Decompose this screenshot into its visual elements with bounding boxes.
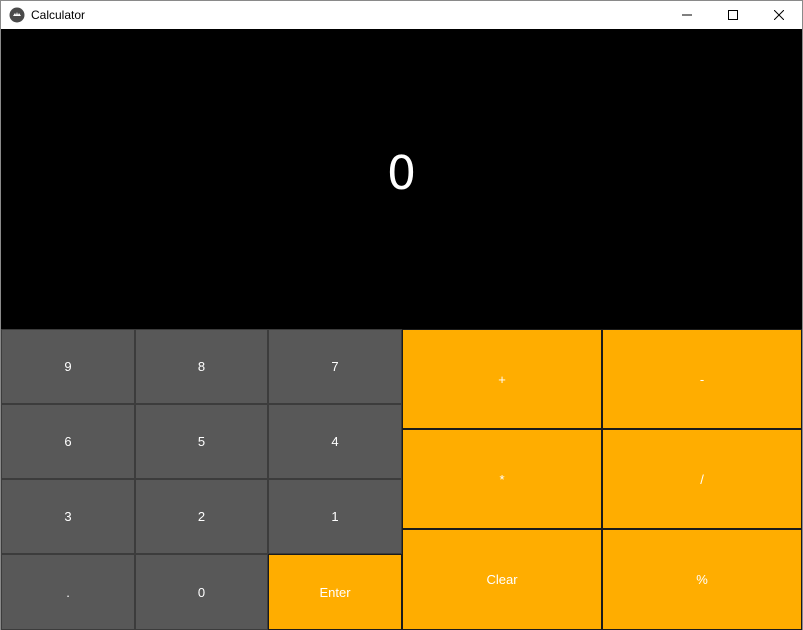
key-1[interactable]: 1 [268, 479, 402, 554]
calculator-window: Calculator 0 9 8 7 6 5 4 3 2 1 . 0 Enter… [0, 0, 803, 630]
key-8[interactable]: 8 [135, 329, 268, 404]
close-button[interactable] [756, 1, 802, 29]
keypad: 9 8 7 6 5 4 3 2 1 . 0 Enter + - * / Clea… [1, 329, 802, 630]
key-decimal[interactable]: . [1, 554, 135, 630]
clear-button[interactable]: Clear [402, 529, 602, 630]
maximize-icon [728, 10, 738, 20]
title-bar[interactable]: Calculator [1, 1, 802, 29]
maximize-button[interactable] [710, 1, 756, 29]
result-display: 0 [1, 29, 802, 329]
window-controls [664, 1, 802, 29]
key-9[interactable]: 9 [1, 329, 135, 404]
minimize-button[interactable] [664, 1, 710, 29]
key-2[interactable]: 2 [135, 479, 268, 554]
enter-button[interactable]: Enter [268, 554, 402, 630]
key-0[interactable]: 0 [135, 554, 268, 630]
multiply-button[interactable]: * [402, 429, 602, 529]
close-icon [774, 10, 784, 20]
minimize-icon [682, 14, 692, 16]
key-5[interactable]: 5 [135, 404, 268, 479]
display-value: 0 [386, 146, 417, 200]
divide-button[interactable]: / [602, 429, 802, 529]
key-3[interactable]: 3 [1, 479, 135, 554]
kivy-logo-icon [9, 7, 25, 23]
minus-button[interactable]: - [602, 329, 802, 429]
window-title: Calculator [31, 8, 86, 22]
key-4[interactable]: 4 [268, 404, 402, 479]
percent-button[interactable]: % [602, 529, 802, 630]
key-7[interactable]: 7 [268, 329, 402, 404]
key-6[interactable]: 6 [1, 404, 135, 479]
plus-button[interactable]: + [402, 329, 602, 429]
